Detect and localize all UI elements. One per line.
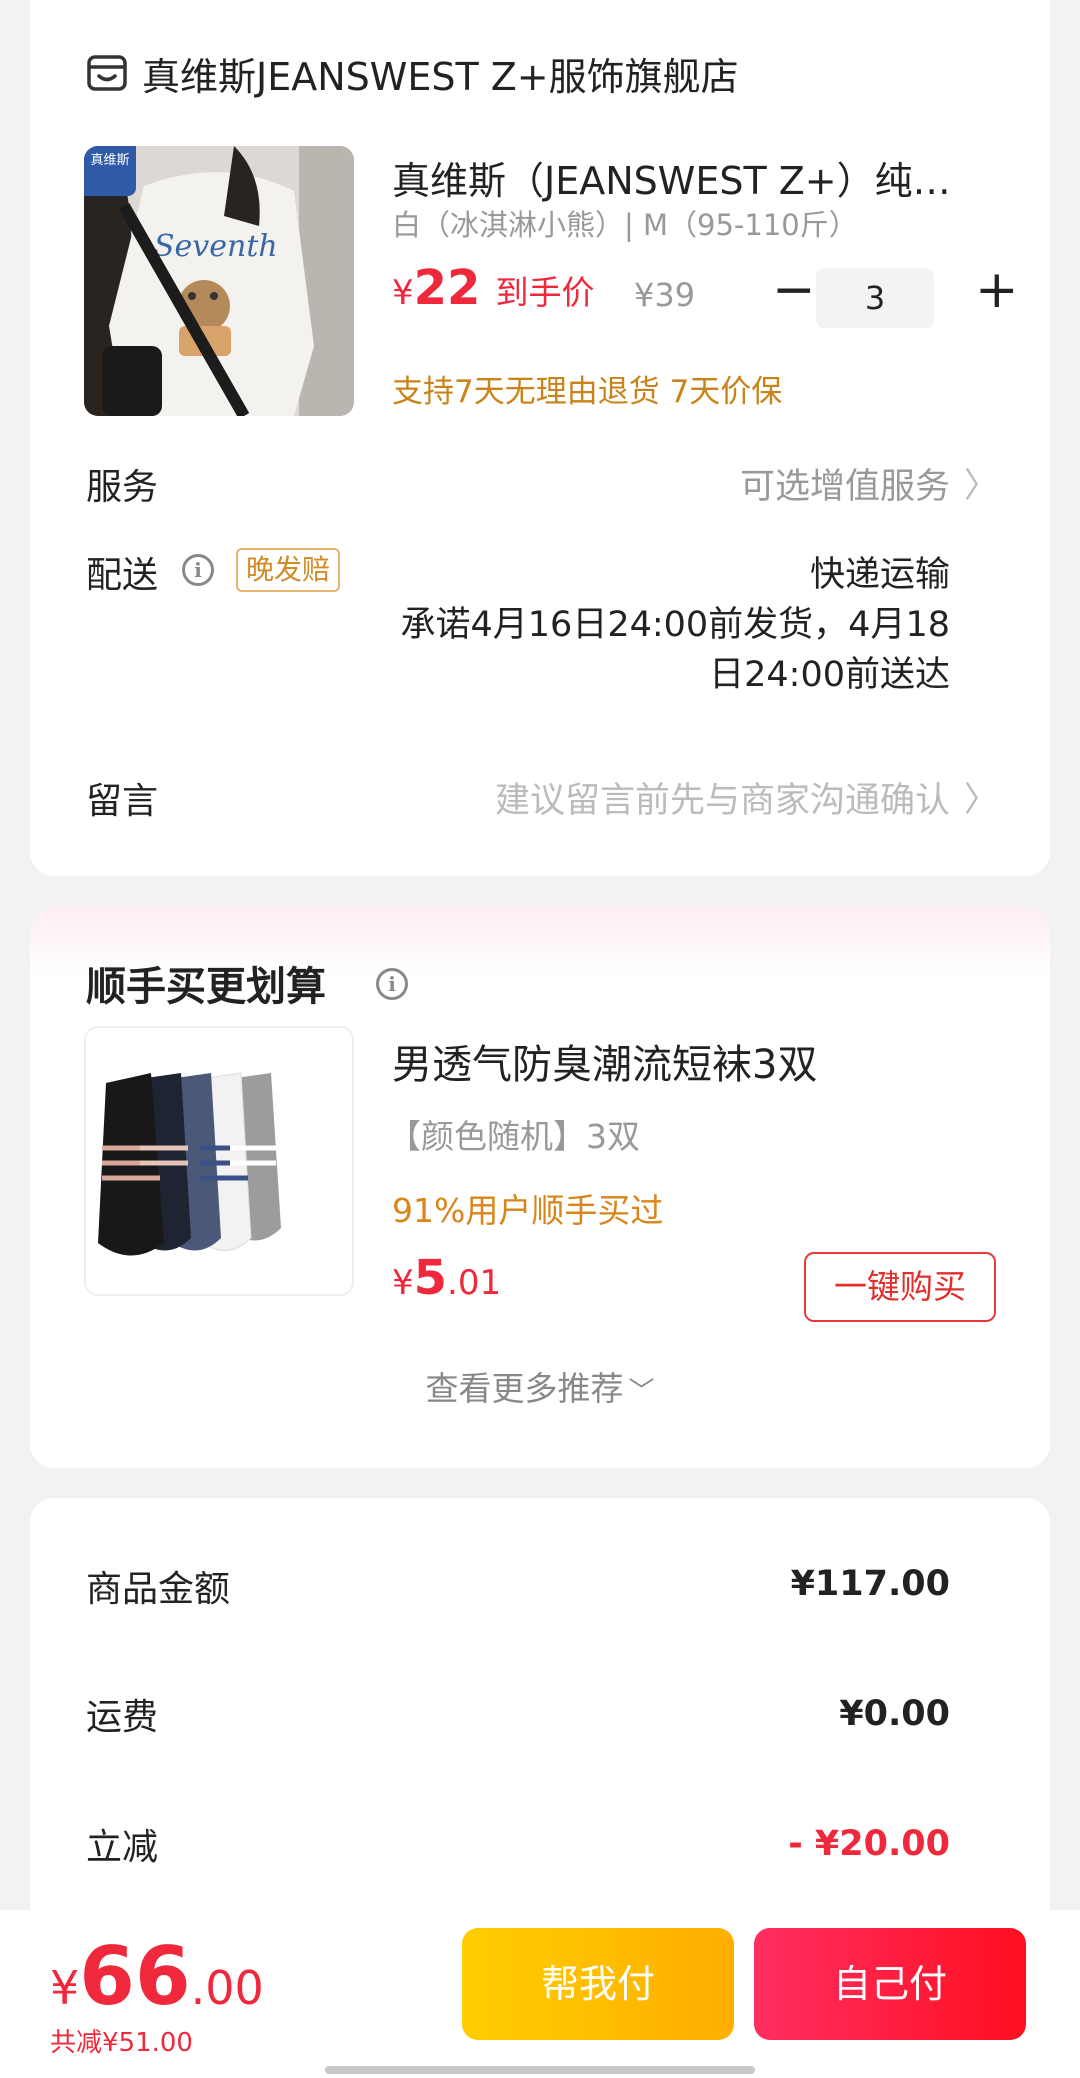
shipping-label: 运费 (86, 1697, 159, 1738)
delivery-promise-line1: 承诺4月16日24:00前发货，4月18 (400, 605, 950, 645)
discount-value: - ¥20.00 (788, 1824, 950, 1864)
store-icon (86, 52, 128, 94)
delivery-promise-line2: 日24:00前送达 (709, 655, 950, 695)
one-click-buy-button[interactable]: 一键购买 (804, 1252, 996, 1322)
info-icon[interactable]: i (182, 554, 214, 586)
shipping-value: ¥0.00 (839, 1694, 950, 1734)
message-input[interactable]: 建议留言前先与商家沟通确认 (495, 772, 950, 823)
price-value: 22 (413, 260, 481, 316)
delivery-label: 配送 (86, 555, 159, 596)
price-symbol: ¥ (392, 1263, 414, 1303)
product-image[interactable]: Seventh 真维斯 (84, 146, 354, 416)
quantity-plus-button[interactable]: + (975, 264, 1019, 316)
bottom-pay-bar: ¥66.00 共减¥51.00 帮我付 自己付 (0, 1910, 1080, 2078)
price-int: 5 (413, 1250, 448, 1306)
guarantee-text: 支持7天无理由退货 7天价保 (392, 374, 783, 410)
info-icon[interactable]: i (376, 968, 408, 1000)
store-order-card: 真维斯JEANSWEST Z+服饰旗舰店 Seventh 真维斯 真维斯（JEA… (30, 0, 1050, 876)
original-price: ¥39 (634, 276, 696, 314)
socks-image[interactable] (84, 1026, 354, 1296)
service-label: 服务 (86, 467, 159, 508)
home-indicator[interactable] (325, 2066, 755, 2074)
recommend-item-name[interactable]: 男透气防臭潮流短袜3双 (392, 1032, 817, 1090)
quantity-input[interactable]: 3 (816, 268, 934, 328)
service-value[interactable]: 可选增值服务 (740, 458, 950, 509)
chevron-right-icon[interactable]: 〉 (964, 458, 998, 507)
total-symbol: ¥ (50, 1961, 80, 2015)
total-int: 66 (79, 1930, 191, 2023)
price-symbol: ¥ (392, 273, 414, 313)
price-dec: .01 (447, 1263, 502, 1303)
total-saved: 共减¥51.00 (50, 2028, 193, 2058)
quantity-minus-button[interactable]: − (772, 264, 816, 316)
delivery-method: 快递运输 (809, 555, 950, 595)
recommend-item-spec: 【颜色随机】3双 (388, 1117, 640, 1156)
more-recommendations[interactable]: 查看更多推荐 ﹀ (30, 1362, 1050, 1410)
self-pay-button[interactable]: 自己付 (754, 1928, 1026, 2040)
chevron-down-icon: ﹀ (628, 1377, 655, 1407)
delivery-promise: 承诺4月16日24:00前发货，4月18 日24:00前送达 (350, 600, 950, 700)
product-sku[interactable]: 白（冰淇淋小熊）| M（95-110斤） (392, 202, 858, 244)
product-title[interactable]: 真维斯（JEANSWEST Z+）纯棉… (392, 150, 972, 205)
goods-amount-label: 商品金额 (86, 1569, 231, 1610)
recommend-title: 顺手买更划算 (86, 964, 326, 1010)
brand-badge: 真维斯 (84, 146, 136, 196)
store-name[interactable]: 真维斯JEANSWEST Z+服饰旗舰店 (142, 46, 739, 101)
recommendation-card: 顺手买更划算 i 男透气防臭潮流短袜3双 【颜色随机】3双 91%用户顺手买过 … (30, 908, 1050, 1468)
late-compensation-badge: 晚发赔 (236, 548, 341, 592)
total-dec: .00 (190, 1961, 264, 2015)
price-label: 到手价 (495, 273, 595, 312)
more-recommendations-label: 查看更多推荐 (425, 1369, 624, 1408)
svg-text:Seventh: Seventh (154, 229, 278, 264)
discount-label: 立减 (86, 1827, 159, 1868)
recommend-item-price: ¥5.01 (392, 1250, 501, 1306)
help-pay-button[interactable]: 帮我付 (462, 1928, 734, 2040)
goods-amount-value: ¥117.00 (790, 1564, 950, 1604)
recommend-item-bought: 91%用户顺手买过 (392, 1191, 664, 1230)
total-price: ¥66.00 (50, 1930, 264, 2023)
message-label: 留言 (86, 781, 159, 822)
chevron-right-icon[interactable]: 〉 (964, 772, 998, 821)
product-price: ¥22 到手价 (392, 260, 595, 316)
price-summary-card: 商品金额 ¥117.00 运费 ¥0.00 立减 - ¥20.00 (30, 1498, 1050, 1958)
